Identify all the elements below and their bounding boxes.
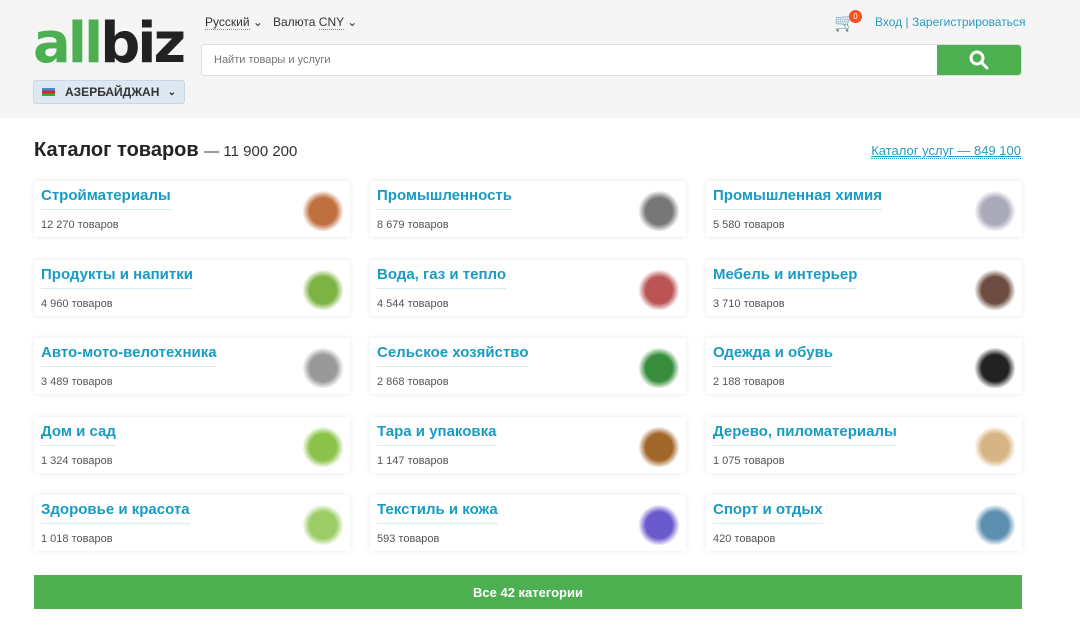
category-card[interactable]: Текстиль и кожа 593 товаров [370, 495, 686, 551]
category-name[interactable]: Продукты и напитки [41, 266, 193, 289]
category-name[interactable]: Текстиль и кожа [377, 501, 498, 524]
language-selector[interactable]: Русский ⌄ [205, 15, 263, 30]
category-name[interactable]: Одежда и обувь [713, 344, 834, 367]
country-selector[interactable]: АЗЕРБАЙДЖАН ⌄ [33, 80, 185, 104]
country-label: АЗЕРБАЙДЖАН [65, 85, 160, 99]
category-grid: Стройматериалы 12 270 товаров Промышленн… [34, 181, 1022, 551]
category-card[interactable]: Вода, газ и тепло 4 544 товаров [370, 259, 686, 316]
category-image[interactable] [972, 187, 1018, 231]
category-name[interactable]: Вода, газ и тепло [377, 266, 507, 289]
category-count: 1 147 товаров [377, 454, 449, 467]
category-count: 8 679 товаров [377, 219, 449, 231]
category-image[interactable] [300, 344, 346, 388]
category-card[interactable]: Мебель и интерьер 3 710 товаров [706, 259, 1022, 316]
category-name[interactable]: Стройматериалы [41, 187, 171, 210]
search-input[interactable] [202, 45, 937, 75]
category-image[interactable] [636, 422, 682, 467]
category-card[interactable]: Тара и упаковка 1 147 товаров [370, 416, 686, 473]
category-name[interactable]: Промышленная химия [713, 187, 883, 210]
category-count: 12 270 товаров [41, 219, 119, 231]
category-card[interactable]: Сельское хозяйство 2 868 товаров [370, 338, 686, 394]
category-image[interactable] [300, 265, 346, 310]
category-card[interactable]: Здоровье и красота 1 018 товаров [34, 495, 350, 551]
currency-label: CNY [318, 15, 344, 30]
language-label: Русский [205, 15, 250, 30]
azerbaijan-flag-icon [42, 88, 55, 96]
category-count: 4 544 товаров [377, 297, 449, 310]
category-count: 1 324 товаров [41, 454, 113, 467]
category-image[interactable] [972, 344, 1018, 388]
category-image[interactable] [300, 187, 346, 231]
category-name[interactable]: Промышленность [377, 187, 512, 210]
chevron-down-icon: ⌄ [347, 15, 358, 29]
category-image[interactable] [636, 265, 682, 310]
register-link[interactable]: Зарегистрироваться [912, 15, 1025, 29]
category-image[interactable] [636, 501, 682, 545]
category-count: 420 товаров [713, 533, 776, 545]
category-count: 3 489 товаров [41, 376, 113, 388]
category-count: 1 018 товаров [41, 533, 113, 545]
category-image[interactable] [972, 422, 1018, 467]
category-count: 3 710 товаров [713, 297, 785, 310]
category-card[interactable]: Дерево, пиломатериалы 1 075 товаров [706, 416, 1022, 473]
login-link[interactable]: Вход [875, 15, 902, 29]
chevron-down-icon: ⌄ [167, 86, 176, 98]
search-icon [969, 50, 989, 70]
category-count: 2 868 товаров [377, 376, 449, 388]
category-card[interactable]: Авто-мото-велотехника 3 489 товаров [34, 338, 350, 394]
category-count: 593 товаров [377, 533, 440, 545]
cart-count-badge: 0 [849, 10, 862, 23]
category-card[interactable]: Продукты и напитки 4 960 товаров [34, 259, 350, 316]
all-categories-button[interactable]: Все 42 категории [34, 575, 1022, 609]
category-count: 2 188 товаров [713, 376, 785, 388]
allbiz-logo[interactable]: allbiz [33, 16, 186, 72]
currency-prefix: Валюта [273, 15, 316, 29]
category-image[interactable] [972, 501, 1018, 545]
catalog-count: — 11 900 200 [204, 143, 298, 160]
page-title: Каталог товаров — 11 900 200 [34, 139, 297, 162]
category-count: 5 580 товаров [713, 219, 785, 231]
search-bar [201, 44, 1022, 76]
services-catalog-link[interactable]: Каталог услуг — 849 100 [871, 143, 1021, 159]
category-image[interactable] [636, 344, 682, 388]
category-card[interactable]: Стройматериалы 12 270 товаров [34, 181, 350, 237]
category-image[interactable] [300, 501, 346, 545]
category-image[interactable] [300, 422, 346, 467]
category-card[interactable]: Дом и сад 1 324 товаров [34, 416, 350, 473]
category-card[interactable]: Одежда и обувь 2 188 товаров [706, 338, 1022, 394]
auth-links: Вход | Зарегистрироваться [875, 15, 1025, 29]
category-card[interactable]: Промышленность 8 679 товаров [370, 181, 686, 237]
category-count: 1 075 товаров [713, 454, 785, 467]
catalog-title: Каталог товаров [34, 139, 199, 161]
separator: | [905, 15, 909, 29]
chevron-down-icon: ⌄ [252, 15, 263, 29]
category-name[interactable]: Авто-мото-велотехника [41, 344, 217, 367]
category-name[interactable]: Здоровье и красота [41, 501, 190, 524]
category-name[interactable]: Дом и сад [41, 423, 116, 446]
category-name[interactable]: Сельское хозяйство [377, 344, 529, 367]
category-name[interactable]: Тара и упаковка [377, 423, 497, 446]
currency-selector[interactable]: Валюта CNY ⌄ [273, 15, 358, 30]
category-image[interactable] [972, 265, 1018, 310]
category-image[interactable] [636, 187, 682, 231]
category-count: 4 960 товаров [41, 297, 113, 310]
category-card[interactable]: Спорт и отдых 420 товаров [706, 495, 1022, 551]
category-name[interactable]: Дерево, пиломатериалы [713, 423, 897, 446]
category-card[interactable]: Промышленная химия 5 580 товаров [706, 181, 1022, 237]
category-name[interactable]: Мебель и интерьер [713, 266, 858, 289]
category-name[interactable]: Спорт и отдых [713, 501, 823, 524]
header: allbiz АЗЕРБАЙДЖАН ⌄ Русский ⌄ Валюта CNY… [0, 0, 1080, 118]
search-button[interactable] [937, 45, 1021, 75]
